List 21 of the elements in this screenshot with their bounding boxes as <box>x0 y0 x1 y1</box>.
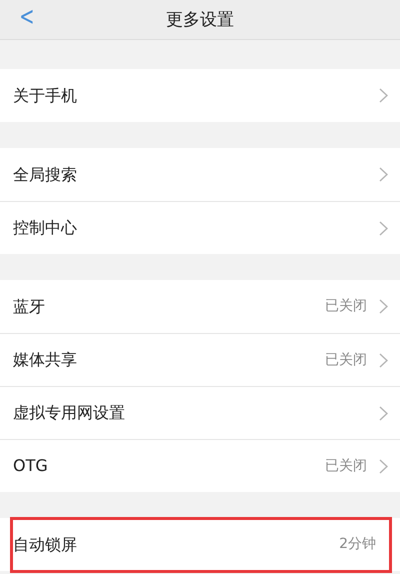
page-title: 更多设置 <box>166 10 234 30</box>
item-value: 已关闭 <box>325 350 367 370</box>
settings-item[interactable]: 虚拟专用网设置 <box>0 386 400 439</box>
item-label: OTG <box>13 455 49 477</box>
settings-item[interactable]: 全局搜索 <box>0 148 400 201</box>
item-value: 已关闭 <box>325 456 367 476</box>
item-label: 关于手机 <box>13 84 78 106</box>
settings-item[interactable]: 自动锁屏 2分钟 <box>0 518 400 571</box>
item-label: 蓝牙 <box>13 296 46 318</box>
item-label: 控制中心 <box>13 217 78 239</box>
settings-item[interactable]: 关于手机 <box>0 69 400 122</box>
item-label: 自动锁屏 <box>13 534 78 556</box>
item-label: 虚拟专用网设置 <box>13 402 126 424</box>
item-label: 全局搜索 <box>13 164 78 186</box>
settings-item[interactable]: OTG 已关闭 <box>0 439 400 492</box>
item-label: 媒体共享 <box>13 349 78 371</box>
settings-item[interactable]: 控制中心 <box>0 201 400 254</box>
settings-item[interactable]: 蓝牙 已关闭 <box>0 280 400 333</box>
item-value: 已关闭 <box>325 297 367 316</box>
item-value: 2分钟 <box>339 535 376 554</box>
settings-item[interactable]: 媒体共享 已关闭 <box>0 333 400 386</box>
